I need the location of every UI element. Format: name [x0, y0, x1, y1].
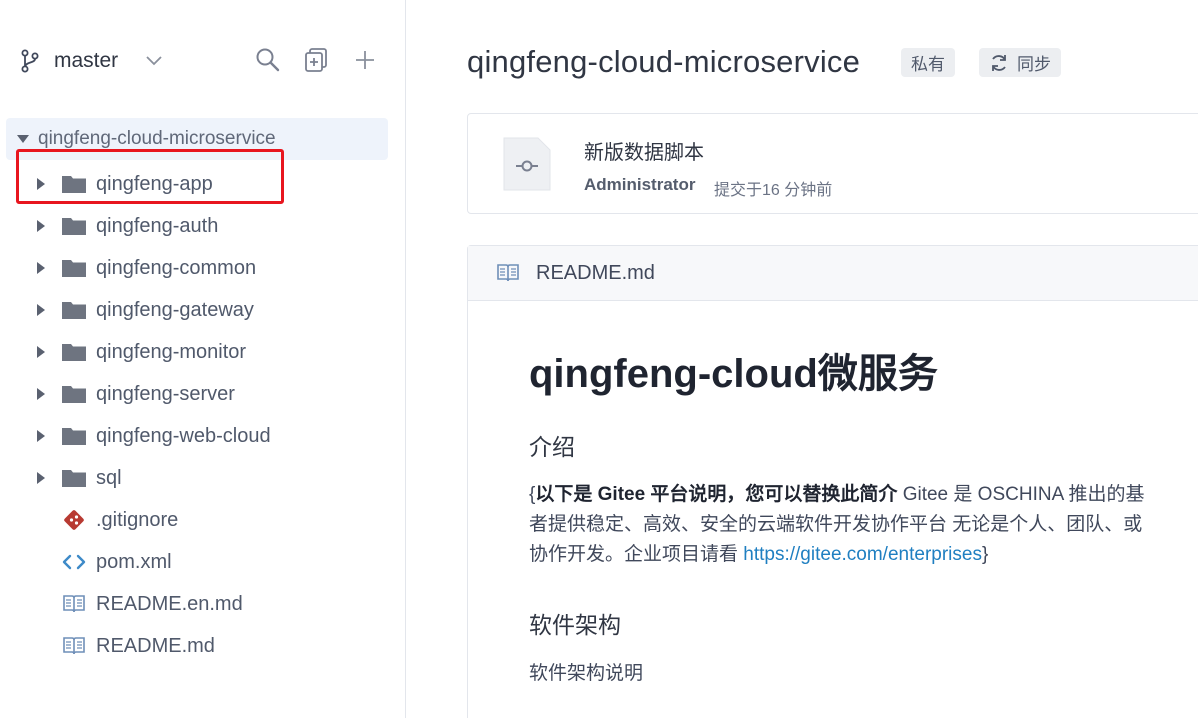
tree-item-label: pom.xml: [96, 550, 172, 573]
intro-line2-text: 者提供稳定、高效、安全的云端软件开发协作平台 无论是个人、团队、或: [529, 514, 1143, 535]
tree-root-item[interactable]: qingfeng-cloud-microservice: [6, 118, 388, 160]
tree-item-label: qingfeng-common: [96, 256, 257, 279]
tree-item-label: README.md: [96, 634, 215, 657]
intro-line1-text: Gitee 是 OSCHINA 推出的基: [897, 484, 1145, 505]
folder-icon: [61, 425, 87, 447]
repo-main-panel: qingfeng-cloud-microservice 私有 同步 新版数据脚本…: [407, 0, 1198, 718]
brace-close: }: [981, 544, 989, 565]
readme-section-intro: 介绍: [529, 434, 575, 460]
add-icon[interactable]: [351, 46, 379, 74]
caret-right-icon: [34, 345, 48, 359]
folder-icon: [61, 383, 87, 405]
intro-bold-text: 以下是 Gitee 平台说明，您可以替换此简介: [535, 484, 898, 505]
tree-item-qingfeng-server[interactable]: qingfeng-server: [30, 373, 390, 415]
readme-intro-paragraph: {以下是 Gitee 平台说明，您可以替换此简介 Gitee 是 OSCHINA…: [529, 480, 1144, 570]
file-tree-sidebar: master qingfeng-cloud-microservice qingf…: [0, 0, 406, 718]
caret-right-icon: [34, 261, 48, 275]
enterprises-link[interactable]: https://gitee.com/enterprises: [743, 544, 982, 565]
tree-item-label: qingfeng-web-cloud: [96, 424, 271, 447]
tree-item-readme-en[interactable]: README.en.md: [30, 583, 390, 625]
readme-section-architecture: 软件架构: [529, 612, 621, 638]
chevron-down-icon[interactable]: [146, 53, 162, 69]
tree-item-gitignore[interactable]: .gitignore: [30, 499, 390, 541]
repo-title: qingfeng-cloud-microservice: [467, 44, 861, 79]
tree-item-qingfeng-auth[interactable]: qingfeng-auth: [30, 205, 390, 247]
book-icon: [61, 635, 87, 657]
search-icon[interactable]: [254, 46, 282, 74]
readme-heading: qingfeng-cloud微服务: [529, 352, 938, 396]
folder-icon: [61, 173, 87, 195]
sync-button[interactable]: 同步: [979, 48, 1061, 77]
tree-item-qingfeng-app[interactable]: qingfeng-app: [30, 163, 390, 205]
caret-right-icon: [34, 471, 48, 485]
tree-item-label: qingfeng-auth: [96, 214, 219, 237]
caret-down-icon: [16, 132, 30, 146]
sync-label: 同步: [1017, 55, 1051, 74]
caret-right-icon: [34, 387, 48, 401]
tree-item-label: sql: [96, 466, 122, 489]
latest-commit-card: 新版数据脚本 Administrator 提交于16 分钟前: [467, 113, 1198, 214]
branch-name: master: [54, 49, 119, 72]
book-icon: [496, 263, 520, 283]
commit-time: 提交于16 分钟前: [714, 182, 833, 199]
intro-line3-text: 协作开发。企业项目请看: [529, 544, 744, 565]
tree-item-label: qingfeng-gateway: [96, 298, 254, 321]
commit-icon: [502, 136, 552, 192]
tree-item-label: README.en.md: [96, 592, 243, 615]
commit-author[interactable]: Administrator: [584, 175, 695, 195]
book-icon: [61, 593, 87, 615]
readme-filename: README.md: [536, 261, 655, 284]
commit-message[interactable]: 新版数据脚本: [584, 136, 704, 165]
branch-icon: [20, 48, 42, 74]
tree-item-readme[interactable]: README.md: [30, 625, 390, 667]
readme-architecture-text: 软件架构说明: [529, 663, 644, 684]
branch-selector[interactable]: master: [20, 44, 162, 78]
tree-item-qingfeng-common[interactable]: qingfeng-common: [30, 247, 390, 289]
new-file-icon[interactable]: [303, 46, 331, 74]
tree-item-label: qingfeng-monitor: [96, 340, 247, 363]
caret-right-icon: [34, 429, 48, 443]
folder-icon: [61, 299, 87, 321]
tree-item-pom-xml[interactable]: pom.xml: [30, 541, 390, 583]
tree-item-label: qingfeng-server: [96, 382, 235, 405]
readme-header: README.md: [468, 246, 1198, 301]
tree-item-sql[interactable]: sql: [30, 457, 390, 499]
caret-right-icon: [34, 177, 48, 191]
caret-right-icon: [34, 303, 48, 317]
folder-icon: [61, 341, 87, 363]
tree-item-label: qingfeng-app: [96, 172, 213, 195]
caret-right-icon: [34, 219, 48, 233]
tree-item-label: .gitignore: [96, 508, 179, 531]
folder-icon: [61, 467, 87, 489]
folder-icon: [61, 257, 87, 279]
tree-item-qingfeng-web-cloud[interactable]: qingfeng-web-cloud: [30, 415, 390, 457]
tree-item-qingfeng-monitor[interactable]: qingfeng-monitor: [30, 331, 390, 373]
git-file-icon: [61, 509, 87, 531]
folder-icon: [61, 215, 87, 237]
code-file-icon: [61, 551, 87, 573]
tree-item-qingfeng-gateway[interactable]: qingfeng-gateway: [30, 289, 390, 331]
refresh-icon: [989, 53, 1009, 73]
tree-root-label: qingfeng-cloud-microservice: [38, 128, 276, 149]
private-badge: 私有: [901, 48, 955, 77]
readme-panel: README.md qingfeng-cloud微服务 介绍 {以下是 Gite…: [467, 245, 1198, 718]
